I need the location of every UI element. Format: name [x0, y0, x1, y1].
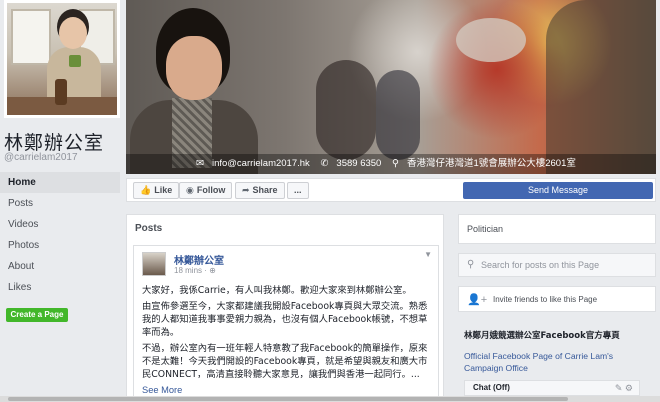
rss-icon: ◉ [186, 185, 194, 195]
post-time-text: 18 mins [174, 266, 203, 275]
page-handle[interactable]: @carrielam2017 [4, 152, 78, 163]
see-more-link[interactable]: See More [142, 385, 182, 395]
contact-address: 香港灣仔港灣道1號會展辦公大樓2601室 [406, 158, 576, 169]
thumbs-up-icon: 👍 [140, 185, 152, 195]
cover-contact-bar: ✉ info@carrielam2017.hk ✆ 3589 6350 ⚲ 香港灣仔港… [126, 154, 656, 174]
category-box: Politician [458, 214, 656, 244]
post-paragraph: 大家好，我係Carrie，有人叫我林鄭。歡迎大家來到林鄭辦公室。 [142, 285, 412, 296]
cover-photo[interactable]: ✉ info@carrielam2017.hk ✆ 3589 6350 ⚲ 香港灣仔港… [126, 0, 656, 174]
cover-background-figure [546, 0, 656, 174]
follow-button[interactable]: ◉ Follow [179, 182, 233, 199]
nav-item-posts[interactable]: Posts [0, 193, 120, 214]
cover-background-figure [376, 70, 420, 160]
promo-subtitle[interactable]: Official Facebook Page of Carrie Lam's C… [464, 350, 654, 374]
cover-person [130, 8, 258, 174]
post-card: 林鄭辦公室 18 mins · ⊕ ▼ 大家好，我係Carrie，有人叫我林鄭。… [133, 245, 439, 402]
post-avatar[interactable] [142, 252, 166, 276]
chat-label: Chat (Off) [473, 383, 510, 392]
cover-person-face [166, 36, 222, 100]
post-paragraph: 不過，辦公室內有一班年輕人特意教了我Facebook的簡單操作，原來不是太難！今… [142, 343, 428, 380]
horizontal-scrollbar[interactable] [0, 396, 660, 402]
invite-friends-link[interactable]: Invite friends to like this Page [493, 295, 597, 304]
more-button[interactable]: ... [287, 182, 309, 199]
posts-panel: Posts 林鄭辦公室 18 mins · ⊕ ▼ 大家好，我係Carrie，有… [126, 214, 444, 402]
page-action-bar: 👍 Like ◉ Follow ➦ Share ... Send Message [126, 178, 656, 202]
contact-phone: 3589 6350 [336, 158, 382, 169]
post-author[interactable]: 林鄭辦公室 [174, 252, 224, 267]
photo-person-head [59, 17, 87, 49]
like-label: Like [154, 185, 173, 195]
chevron-down-icon[interactable]: ▼ [424, 250, 432, 259]
share-label: Share [252, 185, 278, 195]
page-category[interactable]: Politician [459, 215, 655, 243]
invite-friends-box[interactable]: 👤+ Invite friends to like this Page [458, 286, 656, 312]
photo-window [11, 9, 51, 65]
promo-title: 林鄭月娥競選辦公室Facebook官方專頁 [464, 331, 620, 341]
photo-cup [69, 55, 81, 67]
create-page-button[interactable]: Create a Page [6, 308, 68, 322]
add-friend-icon: 👤+ [467, 294, 488, 306]
send-message-button[interactable]: Send Message [463, 182, 653, 199]
search-input[interactable]: Search for posts on this Page [481, 260, 599, 270]
contact-email: info@carrielam2017.hk [211, 158, 310, 169]
cover-background-figure [316, 60, 376, 160]
nav-item-about[interactable]: About [0, 256, 120, 277]
cover-background-light [456, 18, 526, 62]
chat-bar[interactable]: Chat (Off) ✎ ⚙ [464, 380, 640, 396]
share-icon: ➦ [242, 185, 250, 195]
email-icon: ✉ [196, 158, 204, 169]
phone-icon: ✆ [320, 158, 329, 169]
posts-heading[interactable]: Posts [135, 223, 162, 234]
share-button[interactable]: ➦ Share [235, 182, 285, 199]
like-button[interactable]: 👍 Like [133, 182, 180, 199]
follow-label: Follow [196, 185, 226, 195]
page-search[interactable]: ⚲ Search for posts on this Page [458, 253, 656, 277]
search-icon: ⚲ [467, 259, 475, 270]
nav-item-home[interactable]: Home [0, 172, 120, 193]
globe-icon: · ⊕ [204, 266, 216, 275]
scrollbar-thumb[interactable] [8, 397, 568, 401]
chat-settings-icon[interactable]: ✎ ⚙ [615, 381, 633, 395]
page-title[interactable]: 林鄭辦公室 [4, 128, 104, 155]
post-body: 大家好，我係Carrie，有人叫我林鄭。歡迎大家來到林鄭辦公室。 由宣佈參選至今… [142, 284, 430, 397]
profile-picture[interactable] [4, 0, 120, 118]
nav-item-videos[interactable]: Videos [0, 214, 120, 235]
post-paragraph: 由宣佈參選至今，大家都建議我開設Facebook專頁與大眾交流。熟悉我的人都知道… [142, 301, 428, 338]
location-icon: ⚲ [391, 158, 399, 169]
side-nav: Home Posts Videos Photos About Likes [0, 172, 120, 298]
post-timestamp[interactable]: 18 mins · ⊕ [174, 266, 216, 275]
nav-item-likes[interactable]: Likes [0, 277, 120, 298]
nav-item-photos[interactable]: Photos [0, 235, 120, 256]
photo-bottle [55, 79, 67, 105]
